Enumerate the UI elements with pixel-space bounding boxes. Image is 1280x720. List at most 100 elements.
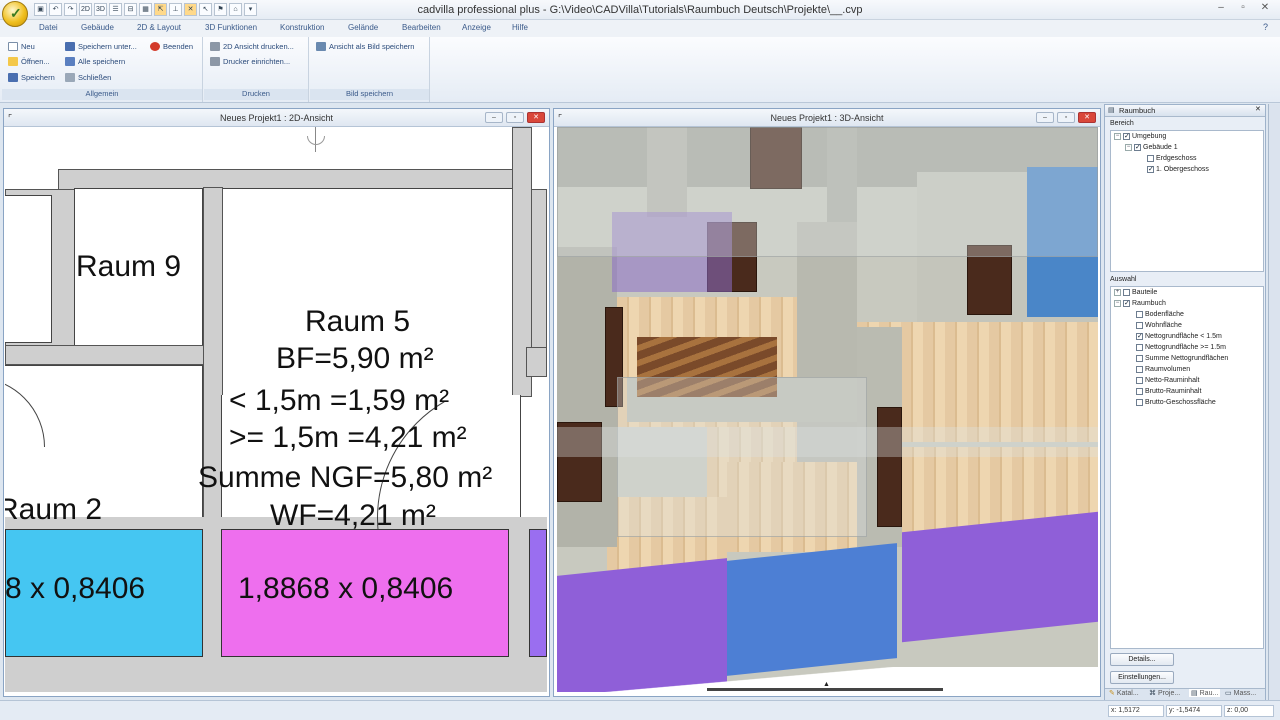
collapse-icon[interactable]: −	[1125, 144, 1132, 151]
tree-node-gebaeude-1[interactable]: − ✓ Gebäude 1	[1125, 144, 1178, 151]
tab-projekt[interactable]: ⌘ Proje...	[1149, 689, 1180, 698]
checkbox-unchecked[interactable]	[1136, 355, 1143, 362]
ribbon-group-label: Bild speichern	[310, 89, 429, 100]
side-dock-strip	[1268, 104, 1280, 700]
close-icon[interactable]: ✕	[1078, 112, 1096, 123]
checkbox-unchecked[interactable]	[1136, 322, 1143, 329]
tree-node-bodenflaeche[interactable]: Bodenfläche	[1136, 311, 1184, 318]
new-file-icon	[8, 42, 18, 51]
tree-node-ngf-ge[interactable]: Nettogrundfläche >= 1.5m	[1136, 344, 1226, 351]
collapse-icon[interactable]: −	[1114, 300, 1121, 307]
window-icon: ⌜	[558, 113, 563, 123]
save-image-button[interactable]: Ansicht als Bild speichern	[316, 42, 414, 51]
minimize-icon[interactable]: –	[1214, 2, 1228, 14]
room-5-bf: BF=5,90 m²	[276, 342, 434, 375]
auswahl-label: Auswahl	[1110, 276, 1137, 283]
collapse-icon[interactable]: −	[1114, 133, 1121, 140]
checkbox-unchecked[interactable]	[1136, 344, 1143, 351]
3d-scroll-indicator[interactable]	[707, 688, 943, 691]
tree-node-erdgeschoss[interactable]: Erdgeschoss	[1147, 155, 1196, 162]
3d-view-canvas[interactable]: ▲	[557, 127, 1098, 692]
menu-konstruktion[interactable]: Konstruktion	[280, 23, 324, 32]
tree-node-netto-rauminhalt[interactable]: Netto-Rauminhalt	[1136, 377, 1199, 384]
raumbuch-panel: ▤ Raumbuch ✕ Bereich − ✓ Umgebung − ✓ Gebäud…	[1104, 104, 1266, 700]
checkbox-unchecked[interactable]	[1136, 399, 1143, 406]
print-2d-button[interactable]: 2D Ansicht drucken...	[210, 42, 294, 51]
checkbox-unchecked[interactable]	[1147, 155, 1154, 162]
maximize-icon[interactable]: ▫	[1236, 2, 1250, 14]
checkbox-unchecked[interactable]	[1136, 388, 1143, 395]
checkbox-checked[interactable]: ✓	[1136, 333, 1143, 340]
checkbox-checked[interactable]: ✓	[1123, 300, 1130, 307]
axis-marker-circle	[307, 136, 325, 145]
power-icon	[150, 42, 160, 51]
3d-glass-overlay	[557, 127, 1098, 257]
bereich-tree: − ✓ Umgebung − ✓ Gebäude 1 Erdgeschoss ✓ 1. O…	[1110, 130, 1264, 272]
checkbox-unchecked[interactable]	[1123, 289, 1130, 296]
tab-masse[interactable]: ▭ Mass...	[1225, 689, 1256, 698]
checkbox-unchecked[interactable]	[1136, 311, 1143, 318]
checkbox-unchecked[interactable]	[1136, 366, 1143, 373]
details-button[interactable]: Details...	[1110, 653, 1174, 666]
menu-bearbeiten[interactable]: Bearbeiten	[402, 23, 441, 32]
window-element-violet[interactable]	[529, 529, 547, 657]
minimize-icon[interactable]: –	[1036, 112, 1054, 123]
save-all-button[interactable]: Alle speichern	[65, 57, 125, 66]
tree-node-umgebung[interactable]: − ✓ Umgebung	[1114, 133, 1166, 140]
open-button[interactable]: Öffnen...	[8, 57, 50, 66]
3d-glass-overlay	[557, 427, 1098, 457]
menu-datei[interactable]: Datei	[39, 23, 58, 32]
image-icon	[316, 42, 326, 51]
tree-node-bauteile[interactable]: + Bauteile	[1114, 289, 1157, 296]
menu-gebaeude[interactable]: Gebäude	[81, 23, 114, 32]
tree-node-raumbuch[interactable]: − ✓ Raumbuch	[1114, 300, 1166, 307]
checkbox-checked[interactable]: ✓	[1123, 133, 1130, 140]
tab-katalog[interactable]: ✎ Katal...	[1109, 689, 1139, 698]
save-button[interactable]: Speichern	[8, 73, 55, 82]
coord-y: y: -1,5474	[1166, 705, 1222, 717]
menu-hilfe[interactable]: Hilfe	[512, 23, 528, 32]
new-button[interactable]: Neu	[8, 42, 35, 51]
catalog-icon: ✎	[1109, 690, 1115, 697]
book-icon: ▤	[1108, 107, 1115, 114]
tree-node-obergeschoss[interactable]: ✓ 1. Obergeschoss	[1147, 166, 1209, 173]
3d-door	[877, 407, 902, 527]
tree-node-raumvolumen[interactable]: Raumvolumen	[1136, 366, 1190, 373]
save-as-button[interactable]: Speichern unter...	[65, 42, 137, 51]
close-project-button[interactable]: Schließen	[65, 73, 111, 82]
menu-3d-funktionen[interactable]: 3D Funktionen	[205, 23, 257, 32]
scroll-up-icon[interactable]: ▲	[823, 681, 830, 688]
window-dim-mid: 1,8868 x 0,8406	[238, 572, 454, 605]
view-3d-title: Neues Projekt1 : 3D-Ansicht	[770, 113, 884, 123]
menu-anzeige[interactable]: Anzeige	[462, 23, 491, 32]
restore-icon[interactable]: ▫	[506, 112, 524, 123]
tree-node-brutto-geschossflaeche[interactable]: Brutto-Geschossfläche	[1136, 399, 1216, 406]
tree-node-summe-ngf[interactable]: Summe Nettogrundflächen	[1136, 355, 1228, 362]
help-icon[interactable]: ?	[1263, 22, 1268, 32]
tree-node-brutto-rauminhalt[interactable]: Brutto-Rauminhalt	[1136, 388, 1201, 395]
menu-gelaende[interactable]: Gelände	[348, 23, 378, 32]
bereich-label: Bereich	[1110, 120, 1134, 127]
close-icon[interactable]: ✕	[527, 112, 545, 123]
restore-icon[interactable]: ▫	[1057, 112, 1075, 123]
minimize-icon[interactable]: –	[485, 112, 503, 123]
close-icon[interactable]: ✕	[1258, 2, 1272, 14]
checkbox-unchecked[interactable]	[1136, 377, 1143, 384]
app-logo[interactable]: ✓	[2, 1, 28, 27]
printer-setup-button[interactable]: Drucker einrichten...	[210, 57, 290, 66]
expand-icon[interactable]: +	[1114, 289, 1121, 296]
menu-2d-layout[interactable]: 2D & Layout	[137, 23, 181, 32]
close-icon[interactable]: ✕	[1255, 105, 1261, 113]
floppy-icon	[65, 42, 75, 51]
checkbox-checked[interactable]: ✓	[1134, 144, 1141, 151]
tree-node-wohnflaeche[interactable]: Wohnfläche	[1136, 322, 1182, 329]
exit-button[interactable]: Beenden	[150, 42, 193, 51]
tree-node-ngf-lt[interactable]: ✓ Nettogrundfläche < 1.5m	[1136, 333, 1222, 340]
view-2d-header: ⌜ Neues Projekt1 : 2D-Ansicht – ▫ ✕	[4, 109, 549, 127]
floor-plan-canvas[interactable]: Raum 9 Raum 5 BF=5,90 m² < 1,5m =1,59 m²…	[5, 127, 547, 692]
tab-raumbuch[interactable]: ▤ Rau...	[1189, 689, 1221, 697]
ribbon-group-label: Drucken	[204, 89, 308, 100]
checkbox-checked[interactable]: ✓	[1147, 166, 1154, 173]
einstellungen-button[interactable]: Einstellungen...	[1110, 671, 1174, 684]
room-5-label: Raum 5	[305, 305, 411, 338]
